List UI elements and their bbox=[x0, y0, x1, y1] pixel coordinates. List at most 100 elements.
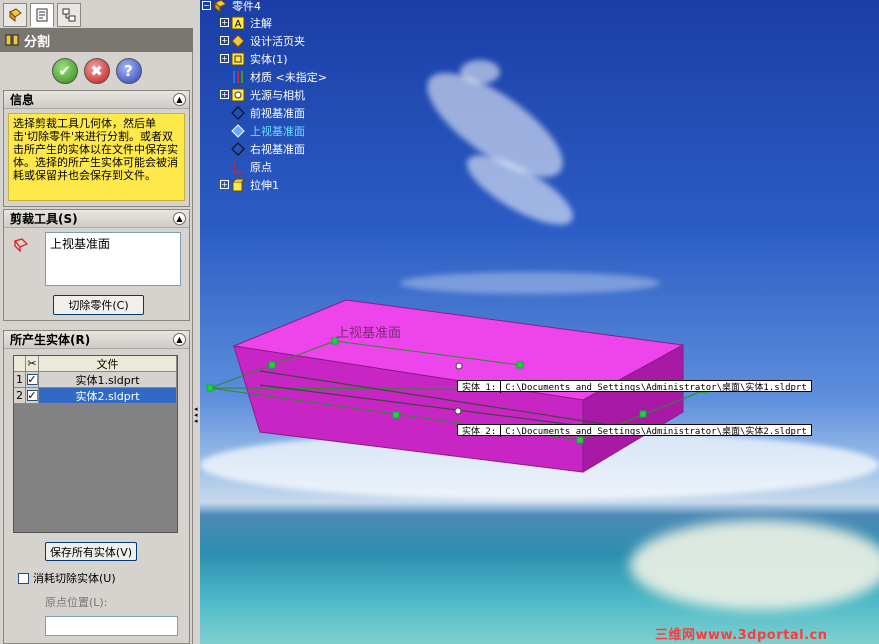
extrude-icon bbox=[231, 178, 245, 192]
cut-part-button[interactable]: 切除零件(C) bbox=[53, 295, 144, 315]
body-2-callout[interactable]: 实体 2: C:\Documents and Settings\Administ… bbox=[457, 423, 812, 437]
tree-item[interactable]: +右视基准面 bbox=[220, 140, 305, 157]
body-file-name[interactable]: 实体1.sldprt bbox=[39, 372, 177, 387]
panel-title-bar: 分割 bbox=[0, 28, 193, 52]
consume-label: 消耗切除实体(U) bbox=[33, 572, 116, 585]
cancel-button[interactable]: ✖ bbox=[83, 58, 110, 84]
tree-item-label: 设计活页夹 bbox=[250, 34, 305, 48]
plane-handle[interactable] bbox=[392, 411, 400, 419]
ok-button[interactable]: ✔ bbox=[51, 58, 78, 84]
header-num bbox=[14, 356, 26, 371]
configuration-icon bbox=[62, 8, 76, 22]
info-group-title: 信息 bbox=[10, 93, 35, 107]
tree-item[interactable]: +前视基准面 bbox=[220, 104, 305, 121]
origin-icon bbox=[231, 160, 245, 174]
trim-tools-header[interactable]: 剪裁工具(S) ▲ bbox=[4, 210, 189, 228]
expand-icon[interactable]: + bbox=[220, 36, 229, 45]
info-message: 选择剪裁工具几何体，然后单击'切除零件'来进行分割。或者双击所产生的实体以在文件… bbox=[8, 113, 185, 201]
property-manager: 分割 ✔ ✖ ? 信息 ▲ 选择剪裁工具几何体，然后单击'切除零件'来进行分割。… bbox=[0, 0, 193, 644]
tree-root[interactable]: − 零件4 bbox=[202, 0, 261, 14]
tree-item[interactable]: + 设计活页夹 bbox=[220, 32, 305, 49]
property-sheet-icon bbox=[36, 8, 48, 22]
splitter-grip-icon[interactable]: ◂ ◂ ◂ bbox=[194, 406, 198, 425]
body-checkbox[interactable]: ✓ bbox=[26, 374, 38, 385]
expand-icon[interactable]: + bbox=[220, 180, 229, 189]
table-header: ✂ 文件 bbox=[14, 356, 177, 372]
tree-item[interactable]: +材质 <未指定> bbox=[220, 68, 327, 85]
help-button[interactable]: ? bbox=[115, 58, 142, 84]
chevron-up-icon[interactable]: ▲ bbox=[173, 212, 186, 225]
design-binder-icon bbox=[231, 33, 245, 48]
callout-file-path: C:\Documents and Settings\Administrator\… bbox=[505, 426, 807, 437]
tree-item-label: 原点 bbox=[250, 160, 272, 174]
plane-handle[interactable] bbox=[516, 361, 524, 369]
bodies-table: ✂ 文件 1 ✓ 实体1.sldprt 2 ✓ 实体2.sldprt bbox=[13, 355, 178, 533]
origin-location-input[interactable] bbox=[45, 616, 178, 636]
info-group-header[interactable]: 信息 ▲ bbox=[4, 91, 189, 109]
check-icon: ✔ bbox=[58, 62, 71, 80]
tree-item-label: 拉伸1 bbox=[250, 178, 279, 192]
origin-location-label: 原点位置(L): bbox=[45, 596, 108, 609]
plane-icon bbox=[231, 141, 245, 156]
trim-tools-group: 剪裁工具(S) ▲ 上视基准面 切除零件(C) bbox=[3, 209, 190, 321]
configuration-manager-tab[interactable] bbox=[57, 3, 81, 27]
chevron-up-icon[interactable]: ▲ bbox=[173, 333, 186, 346]
tree-item-label: 材质 <未指定> bbox=[250, 70, 327, 84]
table-row[interactable]: 2 ✓ 实体2.sldprt bbox=[14, 388, 177, 404]
chevron-up-icon[interactable]: ▲ bbox=[173, 93, 186, 106]
info-group: 信息 ▲ 选择剪裁工具几何体，然后单击'切除零件'来进行分割。或者双击所产生的实… bbox=[3, 90, 190, 207]
tree-item[interactable]: + 拉伸1 bbox=[220, 176, 279, 193]
save-all-bodies-button[interactable]: 保存所有实体(V) bbox=[45, 542, 137, 561]
panel-title: 分割 bbox=[24, 34, 51, 50]
plane-icon bbox=[231, 105, 245, 120]
tree-item-label: 注解 bbox=[250, 16, 272, 30]
tree-root-label: 零件4 bbox=[232, 0, 261, 13]
table-row[interactable]: 1 ✓ 实体1.sldprt bbox=[14, 372, 177, 388]
plane-handle[interactable] bbox=[206, 384, 214, 392]
row-number: 2 bbox=[14, 388, 26, 403]
header-file: 文件 bbox=[39, 356, 177, 371]
tree-item[interactable]: + 光源与相机 bbox=[220, 86, 305, 103]
panel-splitter[interactable]: ◂ ◂ ◂ bbox=[193, 0, 200, 644]
panel-actions: ✔ ✖ ? bbox=[0, 52, 193, 90]
property-manager-tab[interactable] bbox=[30, 3, 54, 27]
plane-handle[interactable] bbox=[639, 410, 647, 418]
plane-selection-icon bbox=[14, 238, 28, 252]
solid-bodies-icon bbox=[231, 52, 245, 66]
plane-handle[interactable] bbox=[268, 361, 276, 369]
lights-cameras-icon bbox=[231, 88, 245, 102]
tree-item[interactable]: +上视基准面 bbox=[220, 122, 305, 139]
resulting-bodies-header[interactable]: 所产生实体(R) ▲ bbox=[4, 331, 189, 349]
body-checkbox[interactable]: ✓ bbox=[26, 390, 38, 401]
tree-item[interactable]: + A 注解 bbox=[220, 14, 272, 31]
feature-tree-icon bbox=[9, 8, 22, 23]
consume-cut-bodies-option[interactable]: 消耗切除实体(U) bbox=[18, 570, 116, 586]
expand-icon[interactable]: + bbox=[220, 90, 229, 99]
resulting-bodies-group: 所产生实体(R) ▲ ✂ 文件 1 ✓ 实体1.sldprt 2 ✓ 实体2.s… bbox=[3, 330, 190, 644]
trim-tool-selection-box[interactable]: 上视基准面 bbox=[45, 232, 181, 286]
consume-checkbox[interactable] bbox=[18, 572, 29, 584]
watermark: 三维网www.3dportal.cn bbox=[655, 628, 828, 643]
row-number: 1 bbox=[14, 372, 26, 387]
scissors-icon: ✂ bbox=[26, 356, 39, 371]
graphics-viewport[interactable]: 上视基准面 实体 1: C:\Documents and Settings\Ad… bbox=[200, 0, 879, 644]
selected-trim-tool[interactable]: 上视基准面 bbox=[50, 235, 176, 252]
resulting-bodies-title: 所产生实体(R) bbox=[10, 333, 91, 347]
plane-icon bbox=[231, 123, 245, 138]
body-handle[interactable] bbox=[454, 407, 462, 415]
body-handle[interactable] bbox=[455, 362, 463, 370]
tree-item[interactable]: + 实体(1) bbox=[220, 50, 288, 67]
feature-manager-tab[interactable] bbox=[3, 3, 27, 27]
expand-icon[interactable]: + bbox=[220, 18, 229, 27]
trim-tools-title: 剪裁工具(S) bbox=[10, 212, 78, 226]
collapse-icon[interactable]: − bbox=[202, 1, 211, 10]
plane-handle[interactable] bbox=[576, 436, 584, 444]
tree-item[interactable]: +原点 bbox=[220, 158, 272, 175]
tree-item-label: 前视基准面 bbox=[250, 106, 305, 120]
help-icon: ? bbox=[124, 62, 133, 80]
annotation-icon: A bbox=[231, 16, 245, 30]
body-1-callout[interactable]: 实体 1: C:\Documents and Settings\Administ… bbox=[457, 379, 812, 393]
tree-item-label: 上视基准面 bbox=[250, 124, 305, 138]
body-file-name[interactable]: 实体2.sldprt bbox=[39, 388, 177, 403]
expand-icon[interactable]: + bbox=[220, 54, 229, 63]
